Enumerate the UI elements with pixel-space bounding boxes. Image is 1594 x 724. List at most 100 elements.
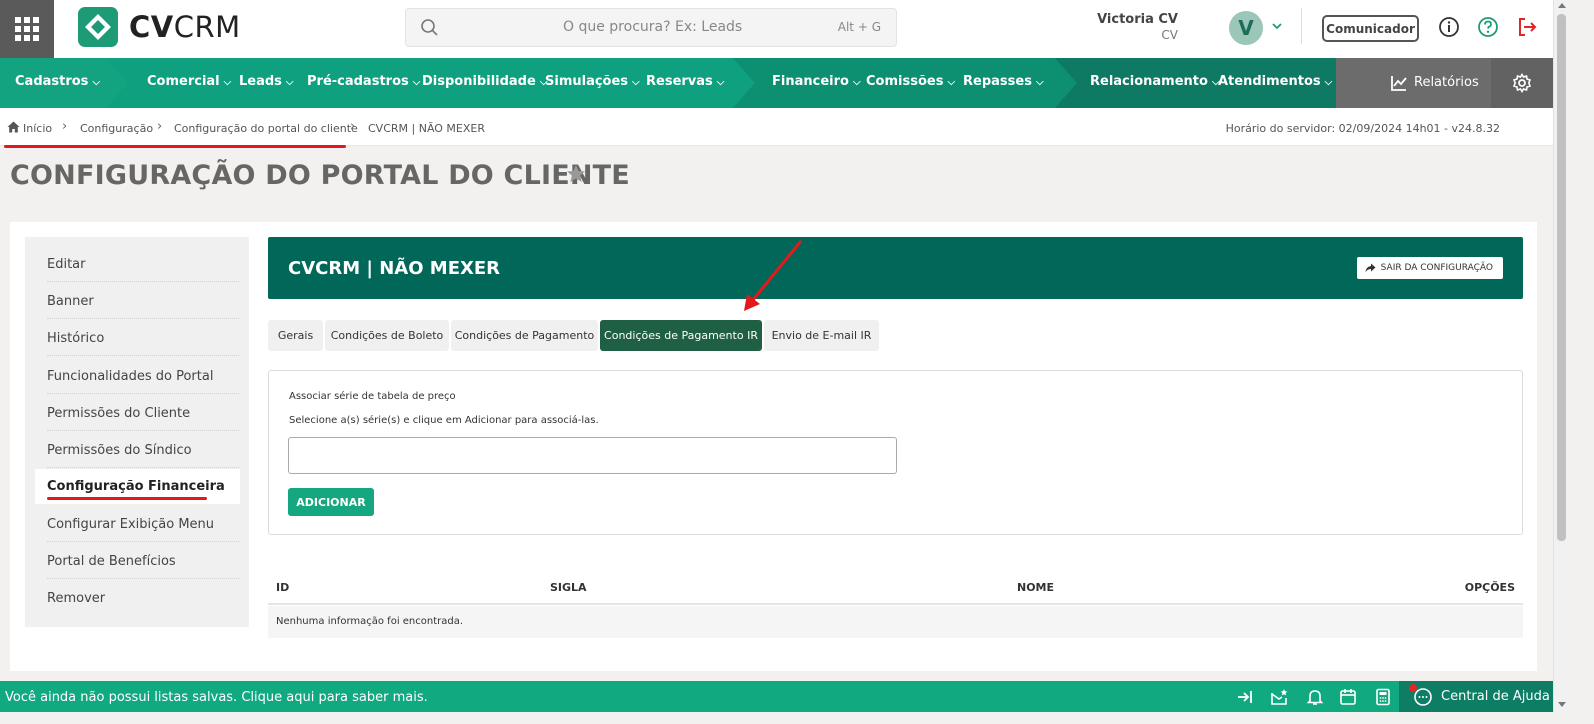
chevron-down-icon: ⌵ <box>947 77 956 88</box>
breadcrumb: Início › Configuração › Configuração do … <box>0 108 1553 146</box>
nav-leads[interactable]: Leads ⌵ <box>239 74 294 89</box>
table-header: ID SIGLA NOME OPÇÕES <box>268 574 1523 605</box>
search-box[interactable]: O que procura? Ex: Leads Alt + G <box>405 8 897 47</box>
empty-message: Nenhuma informação foi encontrada. <box>276 616 464 627</box>
info-icon[interactable] <box>1438 16 1460 38</box>
tab-gerais[interactable]: Gerais <box>268 320 323 351</box>
server-time: Horário do servidor: 02/09/2024 14h01 - … <box>1225 122 1500 135</box>
nav-comissoes[interactable]: Comissões ⌵ <box>866 74 955 89</box>
saved-lists-message[interactable]: Você ainda não possui listas salvas. Cli… <box>5 690 428 705</box>
nav-relatorios[interactable]: Relatórios <box>1336 58 1491 108</box>
apps-grid-icon <box>15 17 39 41</box>
portal-name: CVCRM | NÃO MEXER <box>288 258 501 279</box>
nav-atendimentos[interactable]: Atendimentos ⌵ <box>1218 74 1332 89</box>
vertical-scrollbar[interactable] <box>1553 0 1568 712</box>
user-name[interactable]: Victoria CV <box>1097 12 1178 27</box>
chevron-down-icon: ⌵ <box>852 77 861 88</box>
comunicador-button[interactable]: Comunicador <box>1322 15 1419 42</box>
association-form: Associar série de tabela de preço Seleci… <box>268 370 1523 535</box>
user-company: CV <box>1161 28 1178 42</box>
breadcrumb-portal-config[interactable]: Configuração do portal do cliente <box>174 122 358 135</box>
breadcrumb-configuracao[interactable]: Configuração <box>80 122 153 135</box>
breadcrumb-current: CVCRM | NÃO MEXER <box>368 122 486 135</box>
col-id[interactable]: ID <box>276 581 289 594</box>
sidebar-item-editar[interactable]: Editar <box>47 245 239 282</box>
nav-repasses[interactable]: Repasses ⌵ <box>963 74 1044 89</box>
chevron-right-icon: › <box>157 119 163 134</box>
sidebar-item-portal-beneficios[interactable]: Portal de Benefícios <box>47 542 239 579</box>
breadcrumb-inicio[interactable]: Início <box>23 122 52 135</box>
form-title: Associar série de tabela de preço <box>289 391 456 402</box>
top-bar: CVCRM O que procura? Ex: Leads Alt + G V… <box>0 0 1553 58</box>
bell-icon[interactable] <box>1306 688 1324 706</box>
chevron-down-icon[interactable] <box>1271 20 1283 32</box>
calculator-icon[interactable] <box>1374 688 1392 706</box>
nav-cadastros[interactable]: Cadastros ⌵ <box>15 74 100 89</box>
tab-condicoes-boleto[interactable]: Condições de Boleto <box>325 320 449 351</box>
chart-line-icon <box>1391 76 1407 91</box>
chevron-down-icon: ⌵ <box>223 77 232 88</box>
nav-financeiro[interactable]: Financeiro ⌵ <box>772 74 861 89</box>
apps-menu-button[interactable] <box>0 0 54 58</box>
col-opcoes: OPÇÕES <box>1464 581 1515 594</box>
cvcrm-logo-icon <box>78 7 118 47</box>
sidebar: Editar Banner Histórico Funcionalidades … <box>25 237 249 627</box>
scroll-up-icon[interactable] <box>1558 3 1566 8</box>
sidebar-item-funcionalidades[interactable]: Funcionalidades do Portal <box>47 357 239 394</box>
calendar-icon[interactable] <box>1339 688 1357 706</box>
collapse-right-icon[interactable] <box>1236 688 1254 706</box>
sidebar-item-permissoes-sindico[interactable]: Permissões do Síndico <box>47 431 239 468</box>
chat-icon <box>1414 688 1432 706</box>
annotation-underline <box>4 145 346 148</box>
logo[interactable]: CVCRM <box>78 7 241 47</box>
divider <box>1301 8 1302 44</box>
chevron-down-icon: ⌵ <box>92 77 101 88</box>
col-nome[interactable]: NOME <box>1017 581 1054 594</box>
avatar[interactable]: V <box>1229 11 1263 45</box>
tab-condicoes-pagamento[interactable]: Condições de Pagamento <box>451 320 598 351</box>
scroll-down-icon[interactable] <box>1558 702 1566 707</box>
bottom-bar: Você ainda não possui listas salvas. Cli… <box>0 681 1553 712</box>
sidebar-item-historico[interactable]: Histórico <box>47 319 239 356</box>
chevron-down-icon: ⌵ <box>1324 77 1333 88</box>
portal-header: CVCRM | NÃO MEXER SAIR DA CONFIGURAÇÃO <box>268 237 1523 299</box>
gear-icon <box>1512 73 1532 93</box>
mail-star-icon[interactable] <box>1270 688 1288 706</box>
add-button[interactable]: ADICIONAR <box>288 488 374 516</box>
star-icon[interactable] <box>566 164 586 184</box>
nav-simulacoes[interactable]: Simulações ⌵ <box>545 74 640 89</box>
sidebar-item-remover[interactable]: Remover <box>47 579 239 616</box>
nav-reservas[interactable]: Reservas ⌵ <box>646 74 724 89</box>
chevron-down-icon: ⌵ <box>412 77 421 88</box>
chevron-down-icon: ⌵ <box>716 77 725 88</box>
chevron-down-icon: ⌵ <box>285 77 294 88</box>
share-arrow-icon <box>1365 263 1376 273</box>
annotation-underline <box>47 497 207 500</box>
exit-config-button[interactable]: SAIR DA CONFIGURAÇÃO <box>1356 257 1503 279</box>
tab-condicoes-pagamento-ir[interactable]: Condições de Pagamento IR <box>600 320 762 351</box>
nav-disponibilidade[interactable]: Disponibilidade ⌵ <box>422 74 547 89</box>
chevron-down-icon: ⌵ <box>1035 77 1044 88</box>
search-placeholder: O que procura? Ex: Leads <box>563 19 743 35</box>
logout-icon[interactable] <box>1516 16 1538 38</box>
nav-relatorios-label: Relatórios <box>1414 75 1479 90</box>
sidebar-item-permissoes-cliente[interactable]: Permissões do Cliente <box>47 394 239 431</box>
exit-config-label: SAIR DA CONFIGURAÇÃO <box>1380 263 1493 273</box>
settings-button[interactable] <box>1491 58 1553 108</box>
search-shortcut: Alt + G <box>837 20 881 34</box>
sidebar-item-configurar-menu[interactable]: Configurar Exibição Menu <box>47 505 239 542</box>
scroll-thumb[interactable] <box>1557 14 1566 541</box>
series-select-input[interactable] <box>288 437 897 474</box>
logo-text: CVCRM <box>129 10 241 44</box>
help-icon[interactable] <box>1477 16 1499 38</box>
chevron-right-icon: › <box>350 119 356 134</box>
sidebar-item-banner[interactable]: Banner <box>47 282 239 319</box>
nav-relacionamento[interactable]: Relacionamento ⌵ <box>1090 74 1220 89</box>
help-center-button[interactable]: Central de Ajuda <box>1399 681 1553 712</box>
col-sigla[interactable]: SIGLA <box>550 581 587 594</box>
form-hint: Selecione a(s) série(s) e clique em Adic… <box>289 415 599 426</box>
nav-pre-cadastros[interactable]: Pré-cadastros ⌵ <box>307 74 420 89</box>
tab-envio-email-ir[interactable]: Envio de E-mail IR <box>764 320 879 351</box>
nav-comercial[interactable]: Comercial ⌵ <box>147 74 231 89</box>
chevron-down-icon: ⌵ <box>632 77 640 88</box>
